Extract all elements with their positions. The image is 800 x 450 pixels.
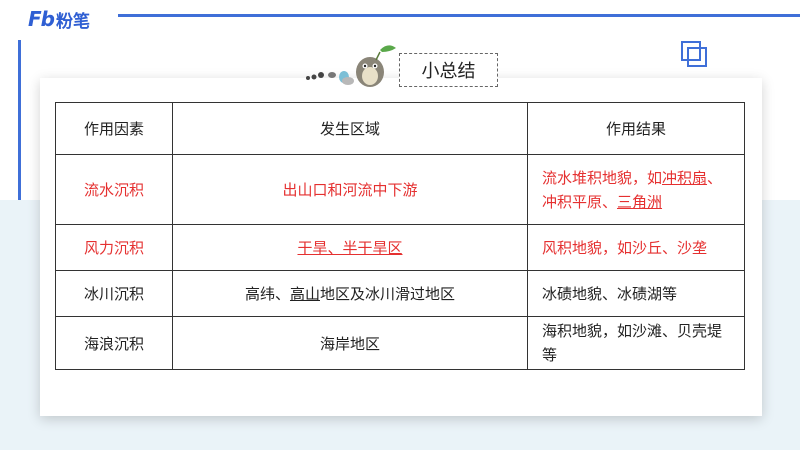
region-text: 高纬、 (244, 285, 290, 303)
table-row: 海浪沉积 海岸地区 海积地貌，如沙滩、贝壳堤等 (55, 316, 745, 370)
table-row: 流水沉积 出山口和河流中下游 流水堆积地貌，如冲积扇、冲积平原、三角洲 (55, 154, 745, 225)
page-title: 小总结 (399, 53, 498, 87)
region-text: 地区及冰川滑过地区 (320, 285, 456, 303)
result-text: 流水堆积地貌，如 (542, 168, 663, 187)
table-row: 风力沉积 干旱、半干旱区 风积地貌，如沙丘、沙垄 (55, 224, 745, 271)
table-header-row: 作用因素 发生区域 作用结果 (55, 102, 745, 155)
region-underlined-text: 干旱、半干旱区 (297, 239, 403, 257)
result-cell: 海积地貌，如沙滩、贝壳堤等 (527, 316, 745, 370)
region-cell: 干旱、半干旱区 (172, 224, 528, 271)
result-cell: 风积地貌，如沙丘、沙垄 (527, 224, 745, 271)
header-result: 作用结果 (527, 102, 745, 155)
logo-text: 粉笔 (55, 11, 90, 32)
header-accent-line (118, 14, 800, 17)
result-underlined-text: 冲积扇 (662, 168, 708, 187)
region-cell: 出山口和河流中下游 (172, 154, 528, 225)
factor-cell: 海浪沉积 (55, 316, 173, 370)
factor-cell: 风力沉积 (55, 224, 173, 271)
fenbi-logo-icon: Fb 粉笔 (28, 7, 90, 32)
left-accent-bar (18, 40, 21, 200)
logo-mark: Fb (28, 7, 55, 31)
header-region: 发生区域 (172, 102, 528, 155)
region-cell: 海岸地区 (172, 316, 528, 370)
region-underlined-text: 高山 (289, 285, 320, 303)
factor-cell: 流水沉积 (55, 154, 173, 225)
stacked-squares-icon (681, 41, 707, 67)
table-row: 冰川沉积 高纬、高山地区及冰川滑过地区 冰碛地貌、冰碛湖等 (55, 270, 745, 317)
result-cell: 冰碛地貌、冰碛湖等 (527, 270, 745, 317)
mascot-icon (306, 45, 396, 87)
summary-table: 作用因素 发生区域 作用结果 流水沉积 出山口和河流中下游 流水堆积地貌，如冲积… (55, 102, 745, 370)
result-cell: 流水堆积地貌，如冲积扇、冲积平原、三角洲 (527, 154, 745, 225)
header-factor: 作用因素 (55, 102, 173, 155)
factor-cell: 冰川沉积 (55, 270, 173, 317)
result-underlined-text: 三角洲 (617, 192, 663, 211)
region-cell: 高纬、高山地区及冰川滑过地区 (172, 270, 528, 317)
